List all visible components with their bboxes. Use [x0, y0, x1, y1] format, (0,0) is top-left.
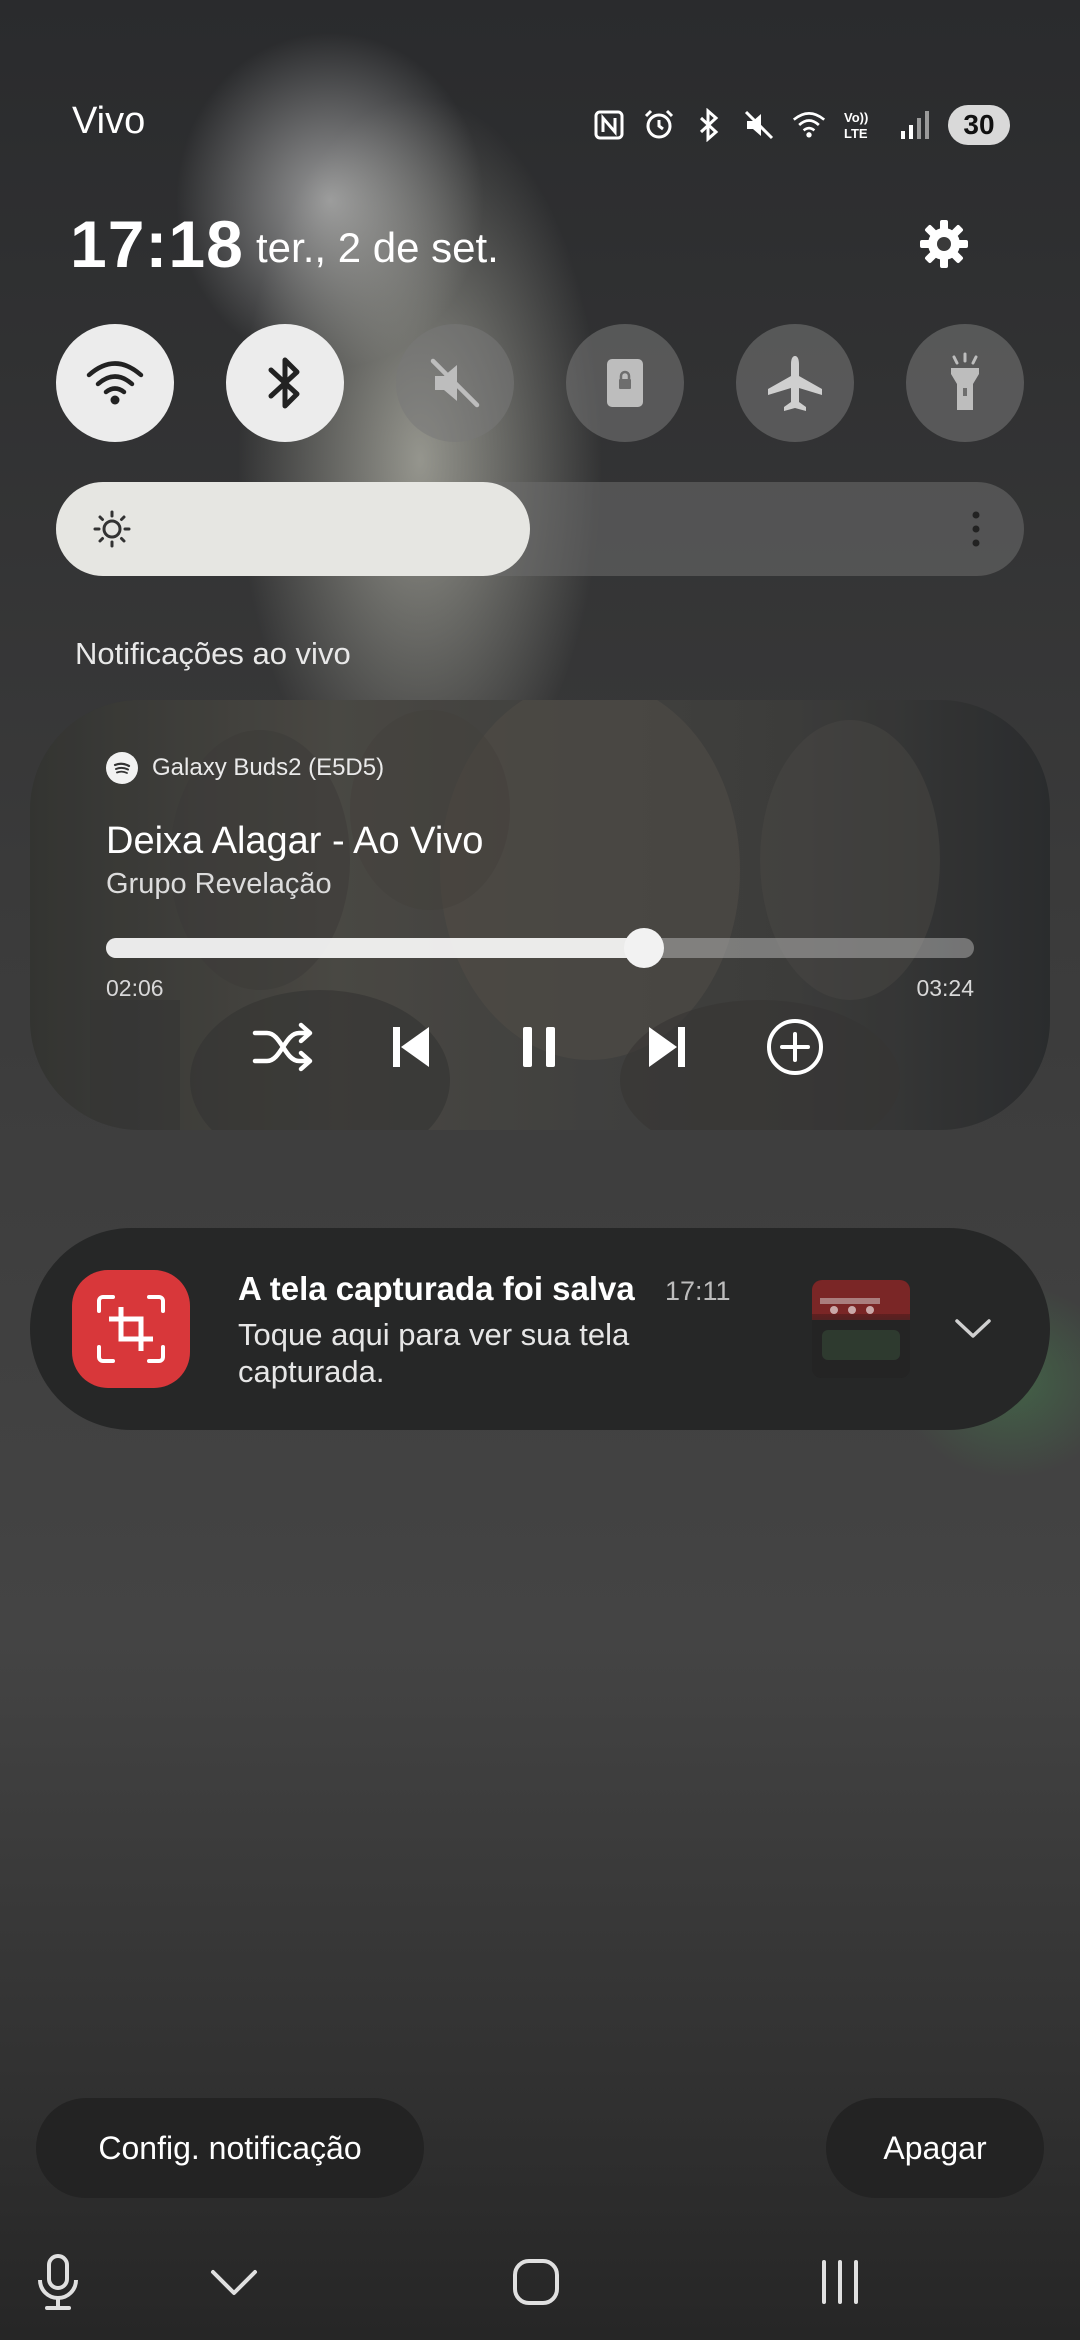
wifi-icon	[86, 361, 144, 405]
bluetooth-icon	[692, 108, 726, 142]
spotify-icon	[106, 752, 138, 784]
mute-icon	[742, 108, 776, 142]
recents-button[interactable]	[800, 2242, 880, 2322]
previous-icon	[393, 1027, 429, 1067]
clock[interactable]: 17:18	[70, 206, 244, 282]
total-time: 03:24	[916, 975, 974, 1001]
screenshot-thumbnail[interactable]	[812, 1280, 910, 1378]
pause-icon	[523, 1027, 555, 1067]
notification-title: A tela capturada foi salva	[238, 1270, 635, 1307]
output-device-label: Galaxy Buds2 (E5D5)	[152, 754, 385, 781]
airplane-icon	[768, 356, 822, 411]
toggle-flashlight[interactable]	[906, 324, 1024, 442]
notification-settings-button[interactable]: Config. notificação	[36, 2098, 424, 2198]
settings-button[interactable]	[912, 212, 976, 276]
notification-time: 17:11	[665, 1276, 731, 1306]
lock-icon	[607, 359, 643, 407]
quick-settings-panel	[56, 324, 1026, 442]
screenshot-notification[interactable]: A tela capturada foi salva 17:11 Toque a…	[30, 1228, 1050, 1430]
gear-icon	[920, 220, 968, 268]
media-output-device[interactable]: Galaxy Buds2 (E5D5)	[106, 752, 384, 784]
status-icons: Vo)) LTE 30	[592, 100, 1010, 150]
add-to-library-button[interactable]	[760, 1012, 830, 1082]
notification-body: Toque aqui para ver sua tela capturada.	[238, 1317, 630, 1389]
collapse-panel-button[interactable]	[194, 2242, 274, 2322]
more-options-icon[interactable]	[968, 509, 984, 549]
shuffle-button[interactable]	[248, 1012, 318, 1082]
toggle-rotation-lock[interactable]	[566, 324, 684, 442]
home-icon	[513, 2259, 559, 2305]
expand-button[interactable]	[950, 1306, 996, 1352]
add-icon	[767, 1019, 823, 1075]
media-player-card[interactable]: Galaxy Buds2 (E5D5) Deixa Alagar - Ao Vi…	[30, 700, 1050, 1130]
microphone-icon	[38, 2254, 78, 2310]
status-bar: Vivo Vo)) LTE 30	[0, 0, 1080, 160]
track-artist: Grupo Revelação	[106, 868, 332, 900]
track-title: Deixa Alagar - Ao Vivo	[106, 820, 484, 862]
voice-input-button[interactable]	[18, 2242, 98, 2322]
svg-text:LTE: LTE	[844, 126, 868, 141]
toggle-wifi[interactable]	[56, 324, 174, 442]
seek-thumb[interactable]	[624, 928, 665, 968]
navigation-bar	[0, 2230, 1080, 2340]
bluetooth-icon	[268, 357, 300, 409]
carrier-label: Vivo	[72, 100, 146, 142]
date-label[interactable]: ter., 2 de set.	[256, 224, 499, 272]
screenshot-icon	[72, 1270, 190, 1388]
previous-button[interactable]	[376, 1012, 446, 1082]
nfc-icon	[592, 108, 626, 142]
next-button[interactable]	[632, 1012, 702, 1082]
toggle-bluetooth[interactable]	[226, 324, 344, 442]
alarm-icon	[642, 108, 676, 142]
next-icon	[649, 1027, 685, 1067]
battery-indicator: 30	[948, 105, 1010, 145]
collapse-icon	[211, 2270, 257, 2295]
chevron-down-icon	[955, 1319, 991, 1338]
seek-bar[interactable]	[106, 928, 974, 968]
flashlight-icon	[951, 352, 979, 410]
live-notifications-header: Notificações ao vivo	[75, 636, 351, 671]
seek-progress	[106, 938, 645, 958]
sun-icon	[93, 510, 131, 548]
toggle-sound[interactable]	[396, 324, 514, 442]
elapsed-time: 02:06	[106, 975, 164, 1001]
toggle-airplane-mode[interactable]	[736, 324, 854, 442]
recents-icon	[822, 2260, 858, 2304]
shuffle-icon	[252, 1022, 313, 1072]
wifi-icon	[792, 108, 826, 142]
signal-icon	[898, 108, 932, 142]
volte-icon: Vo)) LTE	[842, 108, 882, 142]
svg-text:Vo)): Vo))	[844, 110, 868, 125]
pause-button[interactable]	[504, 1012, 574, 1082]
clear-all-button[interactable]: Apagar	[826, 2098, 1044, 2198]
brightness-slider[interactable]	[56, 482, 1024, 576]
home-button[interactable]	[496, 2242, 576, 2322]
mute-icon	[430, 358, 480, 408]
media-controls	[30, 1012, 1050, 1082]
